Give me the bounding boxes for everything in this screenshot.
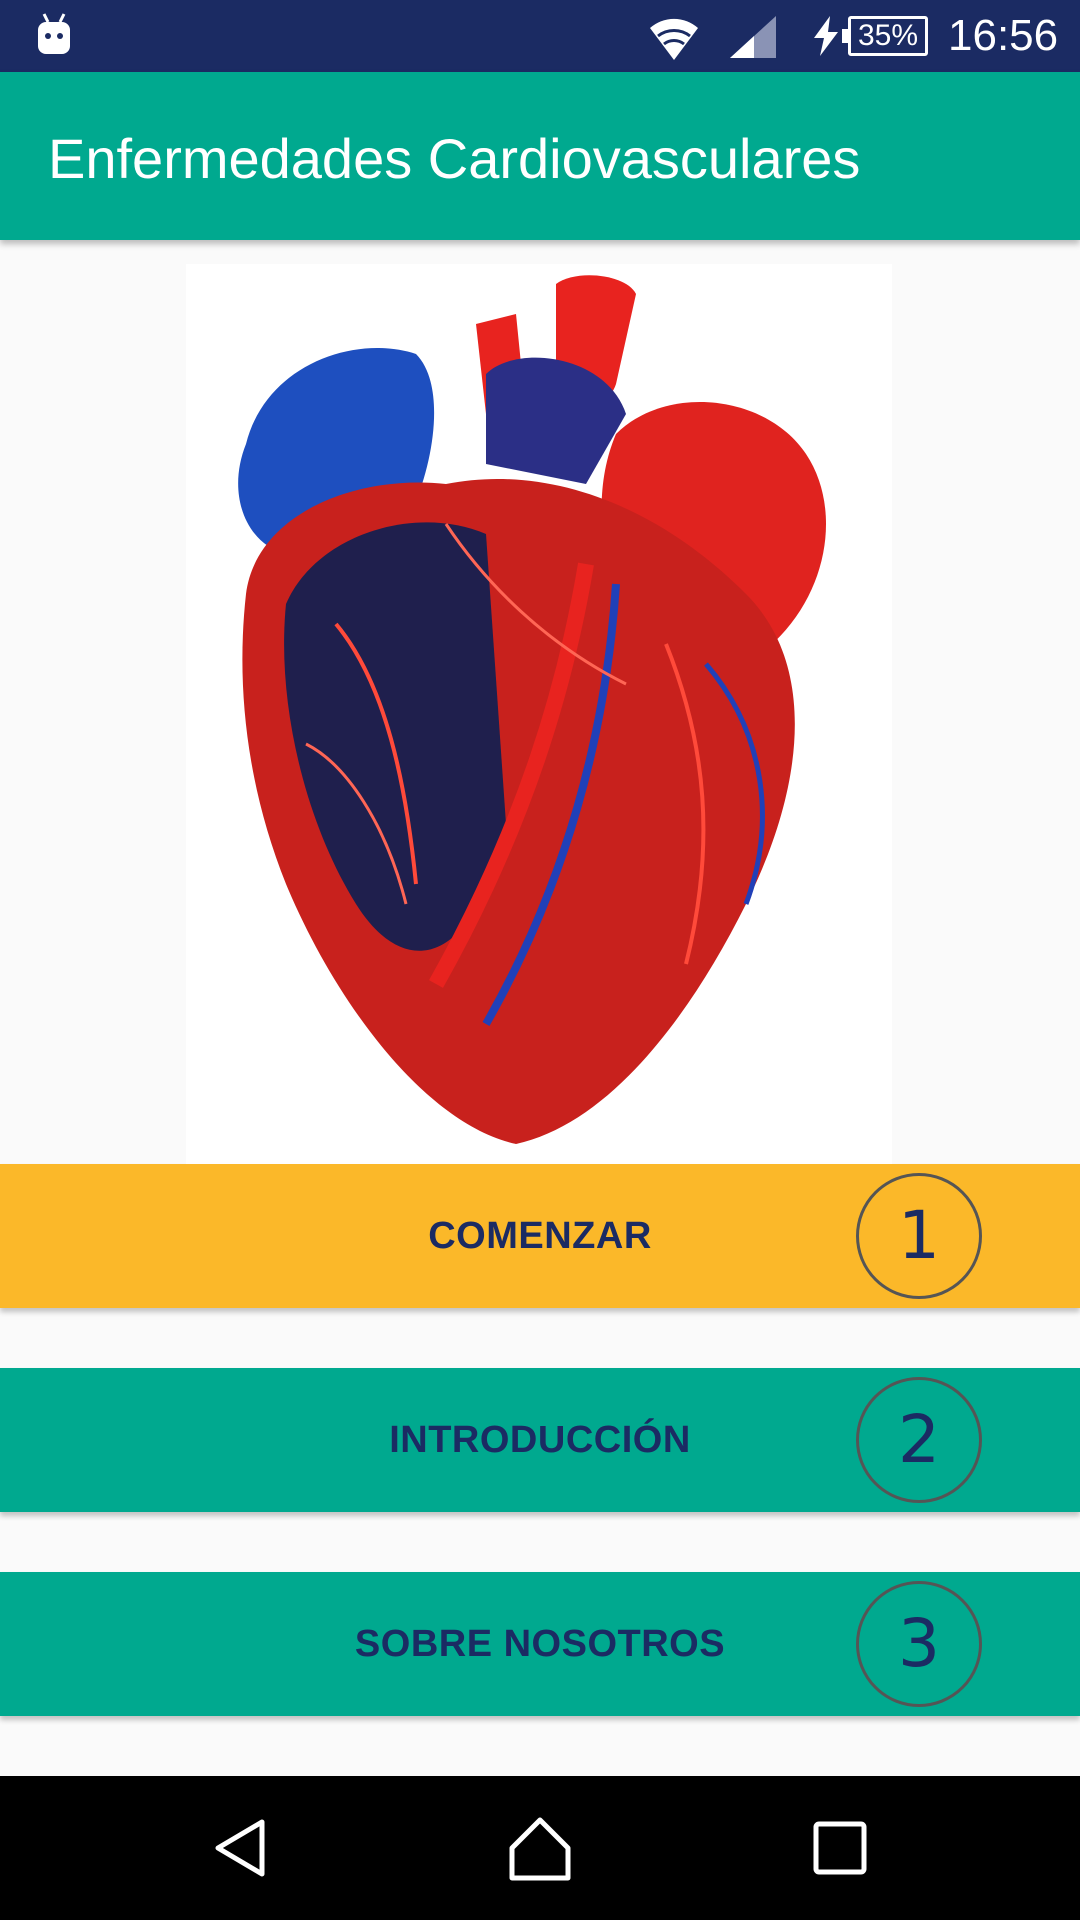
- navigation-bar: [0, 1776, 1080, 1920]
- cell-signal-icon: [730, 16, 776, 58]
- comenzar-button[interactable]: COMENZAR 1: [0, 1164, 1080, 1308]
- number-badge-2: 2: [856, 1377, 982, 1503]
- heart-vascular-cast-image: [186, 264, 892, 1164]
- number-badge-1: 1: [856, 1173, 982, 1299]
- wifi-icon: [650, 18, 698, 60]
- status-clock: 16:56: [948, 11, 1059, 60]
- status-bar: 35% 16:56: [0, 0, 1080, 72]
- number-badge-3: 3: [856, 1581, 982, 1707]
- back-icon[interactable]: [206, 1812, 278, 1884]
- app-bar: Enfermedades Cardiovasculares: [0, 72, 1080, 240]
- charging-icon: [814, 16, 838, 56]
- home-icon[interactable]: [504, 1812, 576, 1884]
- battery-icon: 35%: [842, 16, 928, 56]
- introduccion-button[interactable]: INTRODUCCIÓN 2: [0, 1368, 1080, 1512]
- sobre-nosotros-button[interactable]: SOBRE NOSOTROS 3: [0, 1572, 1080, 1716]
- recents-icon[interactable]: [804, 1812, 876, 1884]
- android-robot-icon: [38, 13, 70, 54]
- page-title: Enfermedades Cardiovasculares: [48, 127, 861, 190]
